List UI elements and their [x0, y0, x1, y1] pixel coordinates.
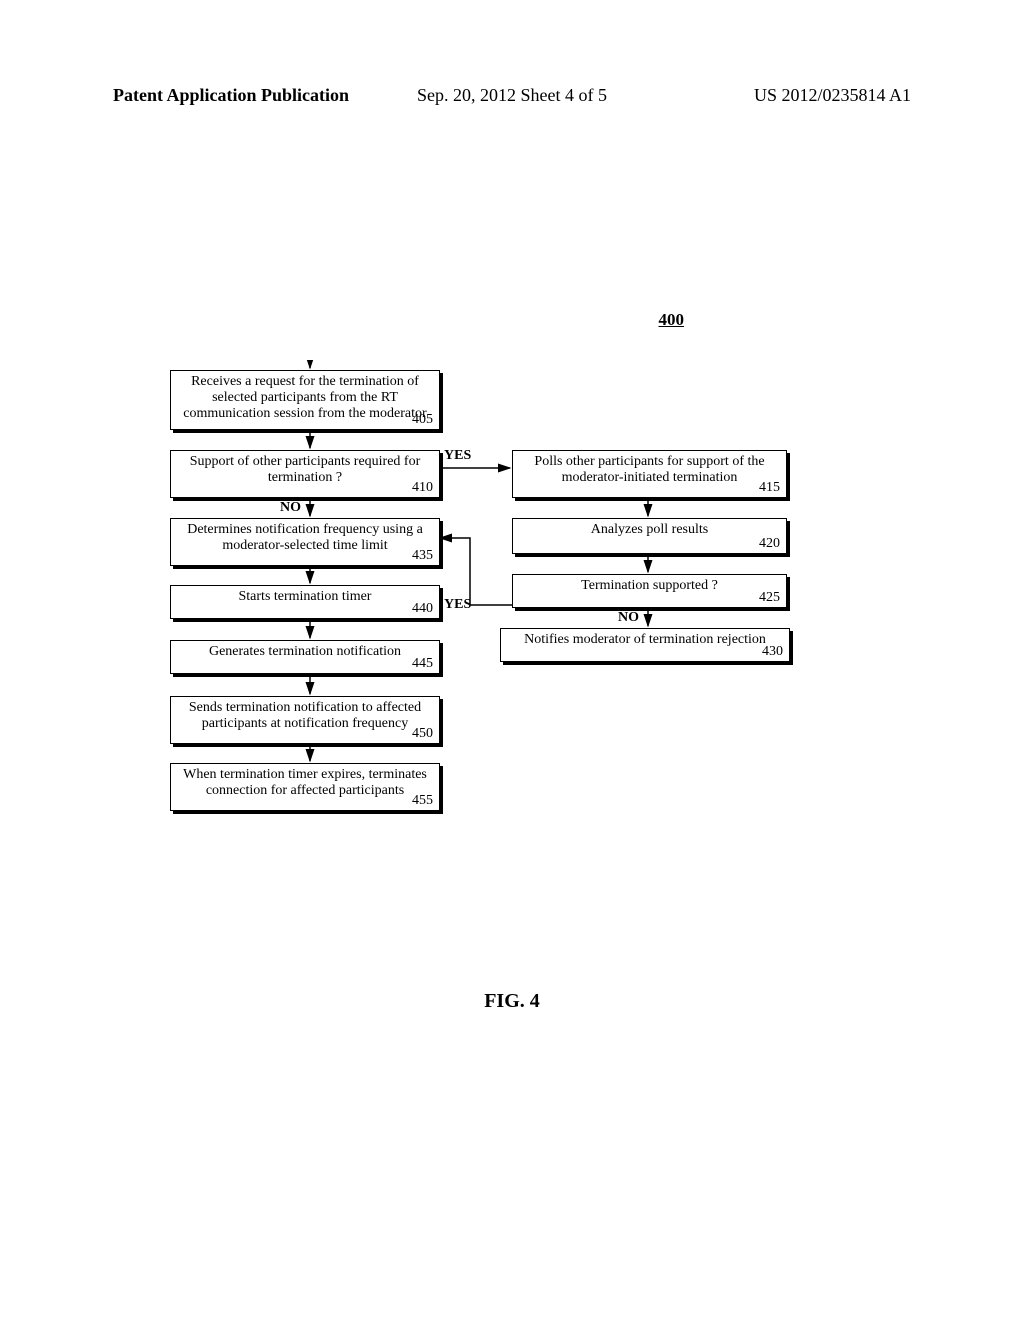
- box-number: 435: [412, 548, 433, 564]
- edge-label-yes-2: YES: [444, 597, 471, 613]
- box-number: 410: [412, 480, 433, 496]
- box-text: When termination timer expires, terminat…: [183, 767, 427, 798]
- box-text: Notifies moderator of termination reject…: [524, 632, 766, 647]
- flowchart-box-430: Notifies moderator of termination reject…: [500, 628, 790, 662]
- header-patent-number: US 2012/0235814 A1: [754, 85, 911, 106]
- box-text: Determines notification frequency using …: [187, 522, 423, 553]
- box-number: 455: [412, 793, 433, 809]
- box-number: 430: [762, 644, 783, 660]
- flowchart-box-450: Sends termination notification to affect…: [170, 696, 440, 744]
- flowchart-box-425: Termination supported ? 425: [512, 574, 787, 608]
- flowchart-box-435: Determines notification frequency using …: [170, 518, 440, 566]
- box-text: Termination supported ?: [581, 578, 718, 593]
- edge-label-yes-1: YES: [444, 448, 471, 464]
- flowchart-box-410: Support of other participants required f…: [170, 450, 440, 498]
- box-number: 420: [759, 536, 780, 552]
- flowchart-box-445: Generates termination notification 445: [170, 640, 440, 674]
- box-number: 450: [412, 726, 433, 742]
- box-text: Starts termination timer: [239, 589, 372, 604]
- box-text: Sends termination notification to affect…: [189, 700, 421, 731]
- box-text: Polls other participants for support of …: [534, 454, 764, 485]
- flowchart-box-440: Starts termination timer 440: [170, 585, 440, 619]
- header-publication: Patent Application Publication: [113, 85, 349, 106]
- box-number: 425: [759, 590, 780, 606]
- figure-caption: FIG. 4: [484, 990, 540, 1013]
- box-number: 405: [412, 412, 433, 428]
- flowchart-box-405: Receives a request for the termination o…: [170, 370, 440, 430]
- box-text: Analyzes poll results: [591, 522, 708, 537]
- edge-label-no-2: NO: [618, 610, 639, 626]
- box-number: 415: [759, 480, 780, 496]
- box-text: Receives a request for the termination o…: [183, 374, 426, 421]
- flowchart-box-455: When termination timer expires, terminat…: [170, 763, 440, 811]
- box-number: 440: [412, 601, 433, 617]
- diagram-reference-number: 400: [659, 310, 685, 330]
- flowchart-box-420: Analyzes poll results 420: [512, 518, 787, 554]
- box-text: Generates termination notification: [209, 644, 401, 659]
- header-date-sheet: Sep. 20, 2012 Sheet 4 of 5: [417, 85, 607, 106]
- edge-label-no-1: NO: [280, 500, 301, 516]
- box-number: 445: [412, 656, 433, 672]
- box-text: Support of other participants required f…: [190, 454, 421, 485]
- page-header: Patent Application Publication Sep. 20, …: [0, 85, 1024, 106]
- flowchart-box-415: Polls other participants for support of …: [512, 450, 787, 498]
